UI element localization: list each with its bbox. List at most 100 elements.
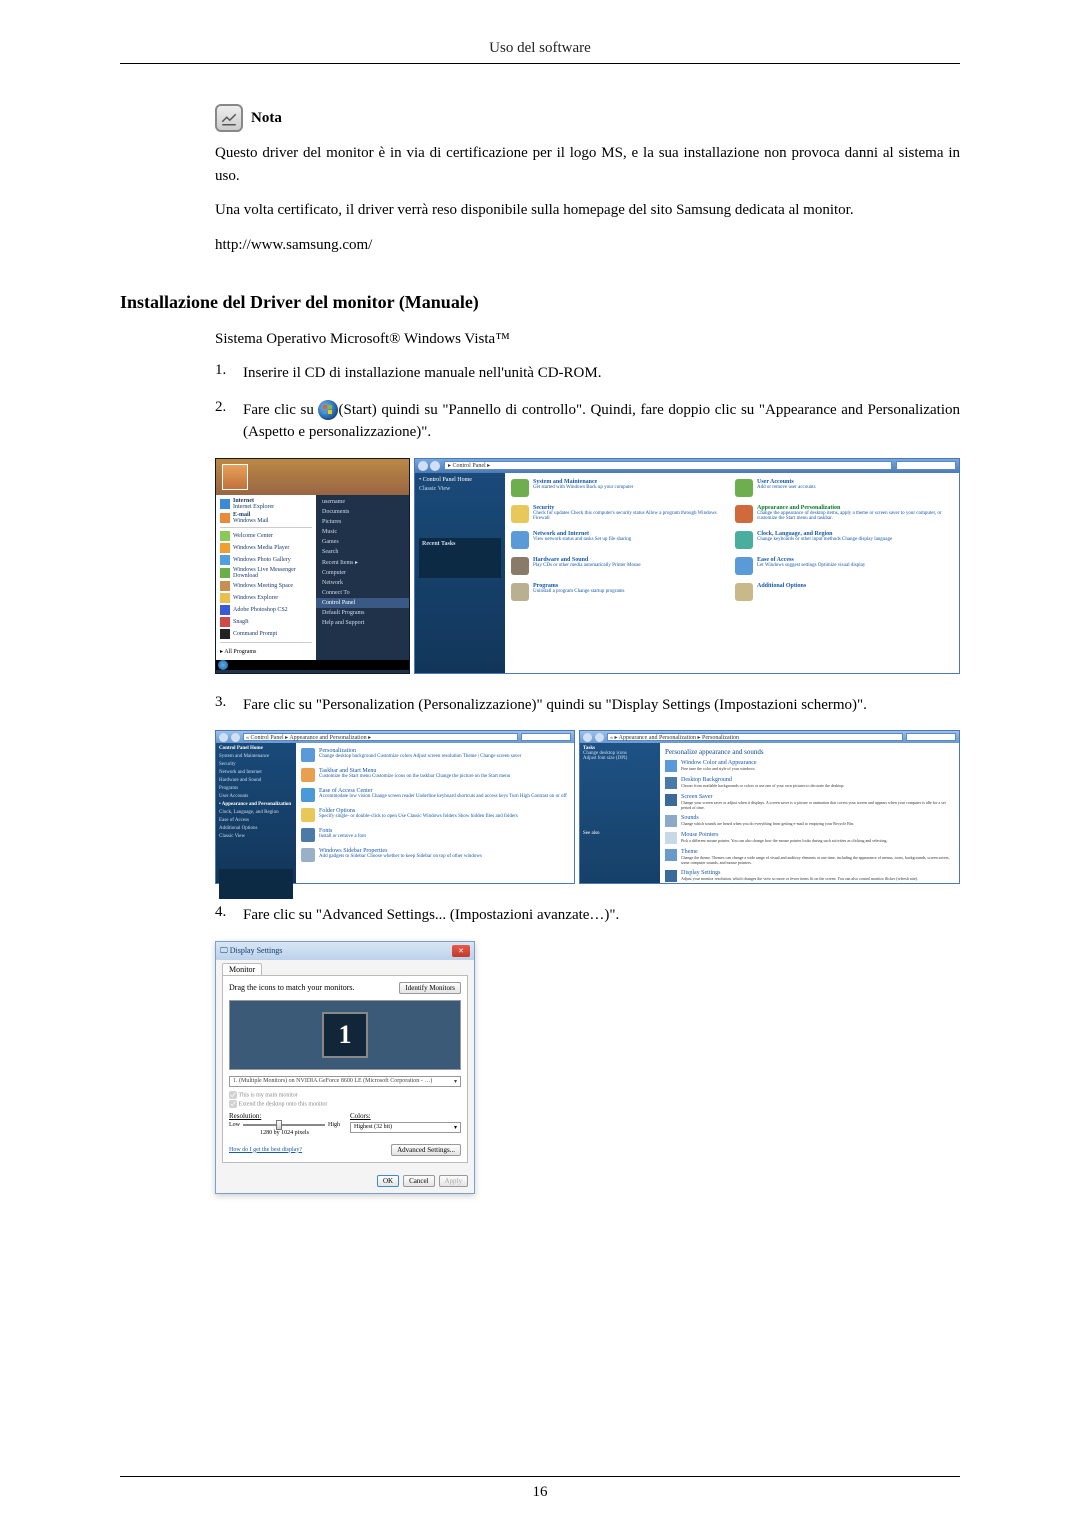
- ds-checkbox-extend[interactable]: Extend the desktop onto this monitor: [229, 1100, 461, 1108]
- ap-side-security[interactable]: Security: [219, 762, 293, 767]
- ap-side-appearance[interactable]: • Appearance and Personalization: [219, 802, 293, 807]
- nav-forward-icon[interactable]: [430, 461, 440, 471]
- startmenu-computer[interactable]: Computer: [316, 568, 409, 578]
- cp-cat-appearance[interactable]: Appearance and PersonalizationChange the…: [735, 505, 953, 523]
- ap-side-network[interactable]: Network and Internet: [219, 770, 293, 775]
- advanced-settings-button[interactable]: Advanced Settings...: [391, 1144, 461, 1156]
- ap-side-hardware[interactable]: Hardware and Sound: [219, 778, 293, 783]
- startmenu-gallery[interactable]: Windows Photo Gallery: [216, 554, 316, 566]
- ap-side-user[interactable]: User Accounts: [219, 794, 293, 799]
- cp-search-box[interactable]: [896, 461, 956, 470]
- cp-cat-ease[interactable]: Ease of AccessLet Windows suggest settin…: [735, 557, 953, 575]
- startmenu-controlpanel[interactable]: Control Panel: [316, 598, 409, 608]
- startmenu-welcome[interactable]: Welcome Center: [216, 530, 316, 542]
- pers-item-mouse[interactable]: Mouse PointersPick a different mouse poi…: [665, 832, 954, 844]
- startmenu-defaults[interactable]: Default Programs: [316, 608, 409, 618]
- cp-cat-user[interactable]: User AccountsAdd or remove user accounts: [735, 479, 953, 497]
- ds-resolution-slider[interactable]: Low High: [229, 1122, 340, 1128]
- startmenu-pictures[interactable]: Pictures: [316, 517, 409, 527]
- startmenu-documents[interactable]: Documents: [316, 507, 409, 517]
- ap-address-bar[interactable]: « Control Panel ▸ Appearance and Persona…: [243, 733, 518, 741]
- ap-side-home[interactable]: Control Panel Home: [219, 746, 293, 751]
- nav-back-icon[interactable]: [219, 733, 228, 742]
- pers-item-theme[interactable]: ThemeChange the theme. Themes can change…: [665, 849, 954, 865]
- ap-side-classic[interactable]: Classic View: [219, 834, 293, 839]
- ap-row-folder[interactable]: Folder OptionsSpecify single- or double-…: [301, 808, 569, 822]
- startmenu-username[interactable]: username: [316, 497, 409, 507]
- nav-forward-icon[interactable]: [595, 733, 604, 742]
- startmenu-games[interactable]: Games: [316, 537, 409, 547]
- startmenu-snagit[interactable]: SnagIt: [216, 616, 316, 628]
- startmenu-music[interactable]: Music: [316, 527, 409, 537]
- ds-tab-monitor[interactable]: Monitor: [222, 963, 262, 975]
- cp-cat-system[interactable]: System and MaintenanceGet started with W…: [511, 479, 729, 497]
- startmenu-help[interactable]: Help and Support: [316, 618, 409, 628]
- cp-cat-network[interactable]: Network and InternetView network status …: [511, 531, 729, 549]
- step-4-text: Fare clic su "Advanced Settings... (Impo…: [243, 904, 960, 927]
- cp-cat-security[interactable]: SecurityCheck for updates Check this com…: [511, 505, 729, 523]
- startmenu-allprograms[interactable]: ▸ All Programs: [216, 645, 316, 658]
- pers-address-bar[interactable]: « ▸ Appearance and Personalization ▸ Per…: [607, 733, 903, 741]
- cp-sidebar-home[interactable]: • Control Panel Home: [419, 477, 501, 483]
- ap-row-taskbar[interactable]: Taskbar and Start MenuCustomize the Star…: [301, 768, 569, 782]
- startmenu-internet[interactable]: InternetInternet Explorer: [216, 497, 316, 511]
- ap-row-fonts[interactable]: FontsInstall or remove a font: [301, 828, 569, 842]
- startmenu-wlmd[interactable]: Windows Live Messenger Download: [216, 566, 316, 580]
- startmenu-cmd[interactable]: Command Prompt: [216, 628, 316, 640]
- pers-item-ss[interactable]: Screen SaverChange your screen saver or …: [665, 794, 954, 810]
- photoshop-icon: [220, 605, 230, 615]
- step-3-number: 3.: [215, 694, 243, 717]
- ap-side-additional[interactable]: Additional Options: [219, 826, 293, 831]
- pers-search-box[interactable]: [906, 733, 956, 741]
- identify-monitors-button[interactable]: Identify Monitors: [399, 982, 461, 994]
- sidebar-icon: [301, 848, 315, 862]
- cp-cat-clock[interactable]: Clock, Language, and RegionChange keyboa…: [735, 531, 953, 549]
- cp-cat-hardware[interactable]: Hardware and SoundPlay CDs or other medi…: [511, 557, 729, 575]
- pers-item-sounds[interactable]: SoundsChange which sounds are heard when…: [665, 815, 954, 827]
- cmd-icon: [220, 629, 230, 639]
- startmenu-network[interactable]: Network: [316, 578, 409, 588]
- startmenu-photoshop[interactable]: Adobe Photoshop CS2: [216, 604, 316, 616]
- startmenu-meeting[interactable]: Windows Meeting Space: [216, 580, 316, 592]
- step-1-text: Inserire il CD di installazione manuale …: [243, 362, 960, 385]
- ds-drag-text: Drag the icons to match your monitors.: [229, 983, 355, 992]
- pers-item-wca[interactable]: Window Color and AppearanceFine tune the…: [665, 760, 954, 772]
- startmenu-recent[interactable]: Recent Items ▸: [316, 557, 409, 568]
- ds-monitor-1[interactable]: 1: [322, 1012, 368, 1058]
- ap-side-clock[interactable]: Clock, Language, and Region: [219, 810, 293, 815]
- ok-button[interactable]: OK: [377, 1175, 399, 1187]
- apply-button[interactable]: Apply: [439, 1175, 469, 1187]
- start-orb-icon[interactable]: [218, 660, 228, 670]
- ap-side-programs[interactable]: Programs: [219, 786, 293, 791]
- pers-side-adjust-font[interactable]: Adjust font size (DPI): [583, 756, 657, 761]
- ap-row-ease[interactable]: Ease of Access CenterAccommodate low vis…: [301, 788, 569, 802]
- nav-back-icon[interactable]: [583, 733, 592, 742]
- startmenu-search[interactable]: Search: [316, 547, 409, 557]
- pers-item-db[interactable]: Desktop BackgroundChoose from available …: [665, 777, 954, 789]
- ap-row-sidebar[interactable]: Windows Sidebar PropertiesAdd gadgets to…: [301, 848, 569, 862]
- cp-titlebar: ▸ Control Panel ▸: [415, 459, 959, 473]
- ap-side-ease[interactable]: Ease of Access: [219, 818, 293, 823]
- startmenu-wmp[interactable]: Windows Media Player: [216, 542, 316, 554]
- cp-cat-additional[interactable]: Additional Options: [735, 583, 953, 601]
- startmenu-explorer[interactable]: Windows Explorer: [216, 592, 316, 604]
- ap-side-system[interactable]: System and Maintenance: [219, 754, 293, 759]
- nav-back-icon[interactable]: [418, 461, 428, 471]
- cp-address-bar[interactable]: ▸ Control Panel ▸: [444, 461, 892, 470]
- ds-monitor-select[interactable]: 1. (Multiple Monitors) on NVIDIA GeForce…: [229, 1076, 461, 1087]
- ds-colors-select[interactable]: Highest (32 bit)▾: [350, 1122, 461, 1133]
- startmenu-connect[interactable]: Connect To: [316, 588, 409, 598]
- cp-sidebar-classic[interactable]: Classic View: [419, 486, 501, 492]
- close-button[interactable]: ✕: [452, 945, 470, 957]
- ap-row-personalization[interactable]: PersonalizationChange desktop background…: [301, 748, 569, 762]
- ds-monitor-preview[interactable]: 1: [229, 1000, 461, 1070]
- ds-checkbox-main[interactable]: This is my main monitor: [229, 1091, 461, 1099]
- pers-item-display[interactable]: Display SettingsAdjust your monitor reso…: [665, 870, 954, 882]
- cancel-button[interactable]: Cancel: [403, 1175, 434, 1187]
- startmenu-email[interactable]: E-mailWindows Mail: [216, 511, 316, 525]
- ap-search-box[interactable]: [521, 733, 571, 741]
- slider-thumb[interactable]: [276, 1120, 282, 1130]
- nav-forward-icon[interactable]: [231, 733, 240, 742]
- cp-cat-programs[interactable]: ProgramsUninstall a program Change start…: [511, 583, 729, 601]
- ds-help-link[interactable]: How do I get the best display?: [229, 1147, 302, 1153]
